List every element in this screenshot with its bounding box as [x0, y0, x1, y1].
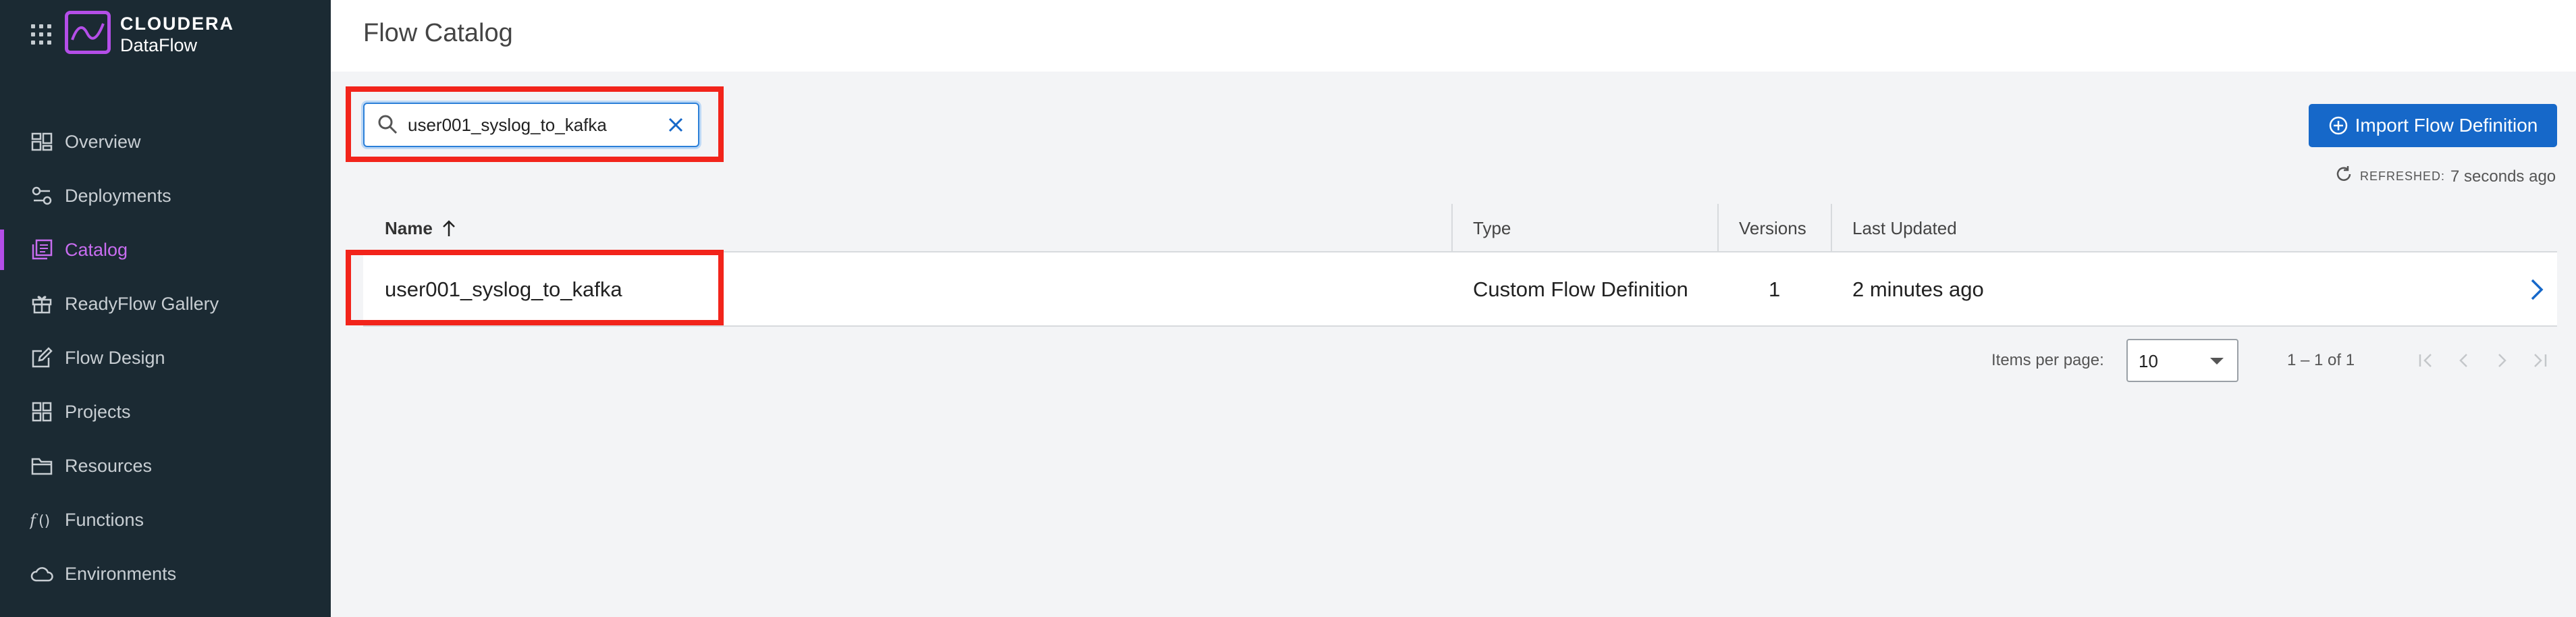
sidebar: CLOUDERA DataFlow Overview Deployments C… [0, 0, 331, 617]
first-page-icon[interactable] [2414, 348, 2438, 373]
caret-down-icon [2210, 358, 2224, 365]
import-flow-definition-button[interactable]: Import Flow Definition [2309, 104, 2557, 147]
refresh-icon[interactable] [2334, 165, 2353, 188]
gift-icon [30, 292, 54, 316]
sidebar-item-catalog[interactable]: Catalog [0, 223, 331, 277]
deployments-icon [30, 184, 54, 208]
sidebar-item-functions[interactable]: f() Functions [0, 493, 331, 547]
sidebar-item-label: Environments [65, 563, 177, 584]
sidebar-item-label: Catalog [65, 239, 128, 260]
page-range-label: 1 – 1 of 1 [2287, 351, 2355, 369]
cell-last-updated: 2 minutes ago [1852, 277, 1984, 301]
chevron-right-icon[interactable] [2517, 252, 2557, 327]
function-icon: f() [30, 508, 54, 532]
items-per-page-select[interactable]: 10 [2126, 339, 2238, 382]
column-divider [1831, 204, 1832, 252]
catalog-icon [30, 238, 54, 262]
clear-search-icon[interactable] [666, 115, 686, 138]
svg-text:f: f [30, 511, 38, 530]
sidebar-item-label: Overview [65, 131, 141, 152]
column-header-last-updated[interactable]: Last Updated [1852, 204, 1957, 252]
refresh-status: REFRESHED: 7 seconds ago [2334, 165, 2556, 188]
search-value: user001_syslog_to_kafka [408, 115, 607, 135]
sidebar-item-environments[interactable]: Environments [0, 547, 331, 601]
sidebar-item-deployments[interactable]: Deployments [0, 169, 331, 223]
column-header-label: Name [385, 217, 433, 238]
app-launcher-icon[interactable] [31, 24, 51, 45]
logo-icon [65, 11, 111, 54]
refreshed-value: 7 seconds ago [2450, 167, 2556, 186]
sidebar-item-label: ReadyFlow Gallery [65, 293, 219, 314]
table-header: Name Type Versions Last Updated [363, 204, 2557, 252]
product-name: DataFlow [120, 35, 198, 55]
items-per-page-value: 10 [2139, 351, 2158, 371]
cell-type: Custom Flow Definition [1473, 277, 1688, 301]
svg-text:(): () [38, 513, 50, 530]
column-divider [1717, 204, 1719, 252]
sidebar-item-label: Deployments [65, 185, 171, 206]
sidebar-item-label: Projects [65, 401, 131, 422]
projects-icon [30, 400, 54, 424]
column-header-name[interactable]: Name [385, 204, 457, 252]
import-button-label: Import Flow Definition [2355, 115, 2538, 136]
cloud-icon [30, 562, 54, 586]
search-icon [377, 113, 398, 138]
column-header-type[interactable]: Type [1473, 204, 1511, 252]
column-divider [1451, 204, 1453, 252]
sidebar-item-readyflow-gallery[interactable]: ReadyFlow Gallery [0, 277, 331, 331]
sidebar-item-projects[interactable]: Projects [0, 385, 331, 439]
sidebar-item-resources[interactable]: Resources [0, 439, 331, 493]
column-header-versions[interactable]: Versions [1739, 204, 1806, 252]
overview-icon [30, 130, 54, 154]
sidebar-item-flow-design[interactable]: Flow Design [0, 331, 331, 385]
next-page-icon[interactable] [2490, 348, 2514, 373]
search-input[interactable]: user001_syslog_to_kafka [363, 103, 699, 147]
sidebar-item-overview[interactable]: Overview [0, 115, 331, 169]
items-per-page-label: Items per page: [1991, 351, 2104, 369]
pagination: Items per page: 10 1 – 1 of 1 [1991, 339, 2558, 382]
sidebar-item-label: Flow Design [65, 347, 165, 368]
page-title: Flow Catalog [363, 19, 513, 47]
folder-icon [30, 454, 54, 478]
annotation-highlight-row [346, 250, 724, 325]
refreshed-label: REFRESHED: [2360, 169, 2446, 183]
add-circle-icon [2329, 116, 2347, 135]
sidebar-item-label: Functions [65, 509, 144, 530]
sidebar-nav: Overview Deployments Catalog ReadyFlow G… [0, 115, 331, 601]
last-page-icon[interactable] [2527, 348, 2552, 373]
previous-page-icon[interactable] [2452, 348, 2476, 373]
sidebar-item-label: Resources [65, 455, 153, 476]
cell-versions: 1 [1769, 277, 1781, 301]
brand-name: CLOUDERA [120, 14, 234, 34]
sort-ascending-icon [442, 220, 455, 236]
page-header: Flow Catalog [331, 0, 2576, 72]
edit-icon [30, 346, 54, 370]
